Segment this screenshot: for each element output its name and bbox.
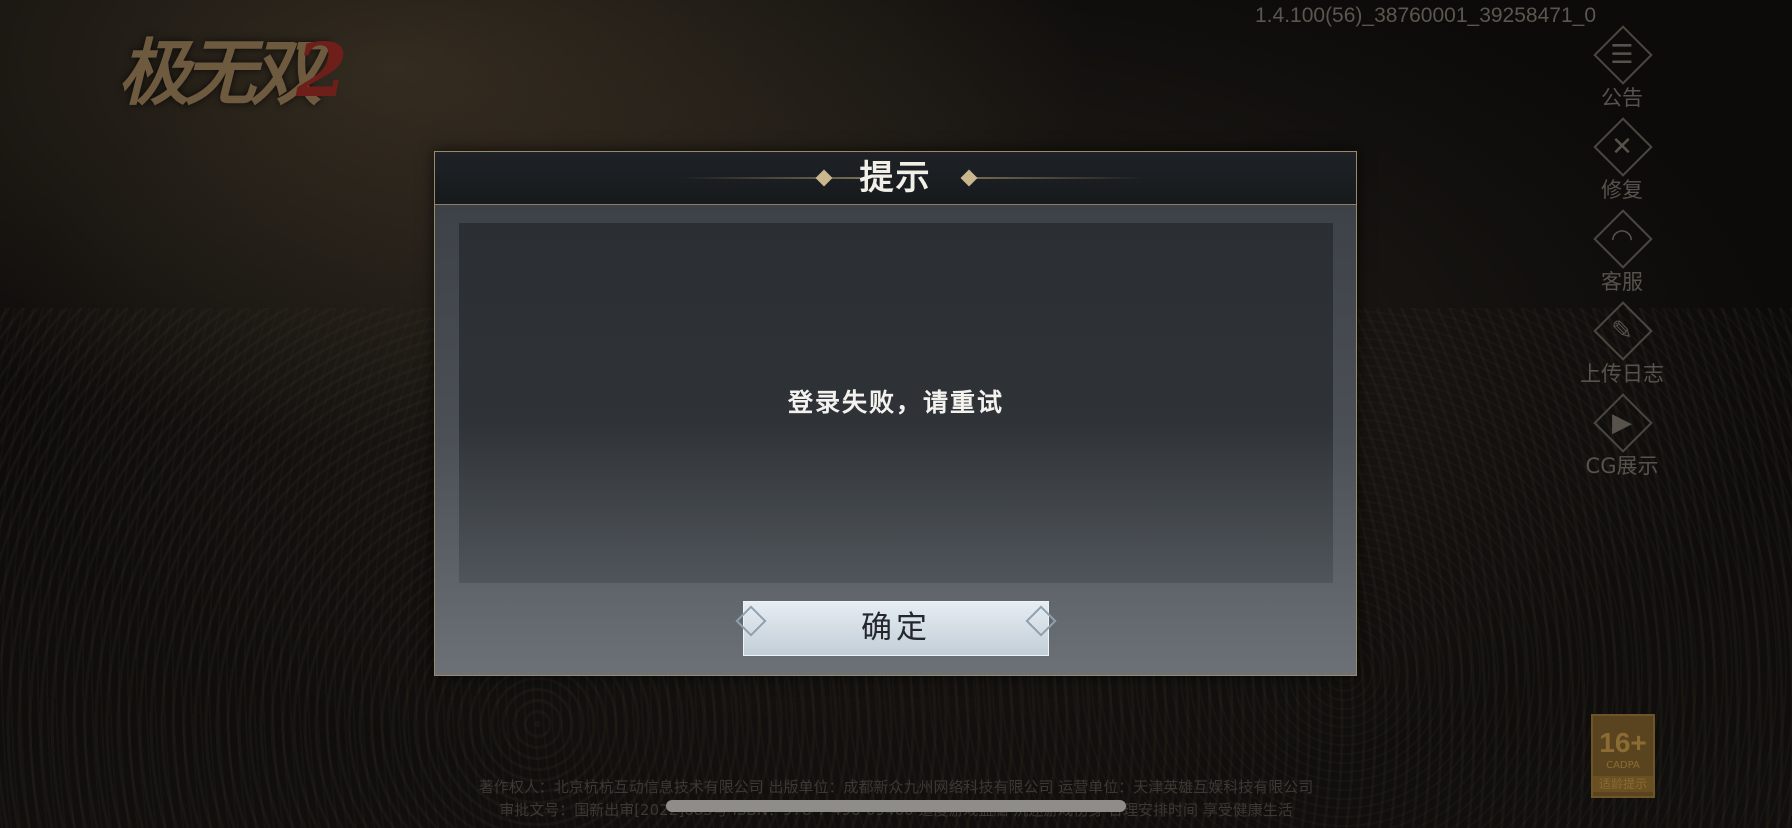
side-item-label: 修复 xyxy=(1601,178,1643,202)
notice-icon: ☰ xyxy=(1610,40,1634,70)
confirm-button[interactable]: 确定 xyxy=(735,601,1057,656)
side-item-upload-log[interactable]: ✎ 上传日志 xyxy=(1570,301,1674,398)
age-rating-value: 16+ xyxy=(1599,727,1647,758)
upload-log-icon: ✎ xyxy=(1611,316,1633,346)
home-indicator[interactable] xyxy=(666,800,1126,812)
dialog-header: 提示 xyxy=(435,152,1356,205)
dialog-message: 登录失败，请重试 xyxy=(787,388,1004,417)
version-label: 1.4.100(56)_38760001_39258471_0 xyxy=(1255,4,1596,27)
side-menu: ☰ 公告 ✕ 修复 ◠ 客服 ✎ 上传日志 ▶ CG展示 xyxy=(1570,25,1674,490)
age-rating-org: CADPA xyxy=(1606,760,1640,771)
side-item-label: 客服 xyxy=(1601,270,1643,294)
side-item-repair[interactable]: ✕ 修复 xyxy=(1570,117,1674,214)
video-icon: ▶ xyxy=(1612,408,1632,438)
headset-icon: ◠ xyxy=(1610,224,1634,254)
logo-text: 极无双 xyxy=(118,30,322,115)
side-item-support[interactable]: ◠ 客服 xyxy=(1570,209,1674,306)
alert-dialog: 提示 登录失败，请重试 确定 xyxy=(434,151,1357,676)
logo-number: 2 xyxy=(296,28,348,114)
message-panel: 登录失败，请重试 xyxy=(459,223,1333,583)
side-item-label: 公告 xyxy=(1601,86,1643,110)
side-item-cg[interactable]: ▶ CG展示 xyxy=(1570,393,1674,490)
repair-icon: ✕ xyxy=(1611,132,1633,162)
side-item-label: 上传日志 xyxy=(1580,362,1664,386)
side-item-label: CG展示 xyxy=(1585,454,1659,478)
side-item-notice[interactable]: ☰ 公告 xyxy=(1570,25,1674,122)
confirm-button-label: 确定 xyxy=(861,610,931,646)
dialog-title: 提示 xyxy=(859,158,932,198)
footer-copyright-line: 著作权人：北京杭杭互动信息技术有限公司 出版单位：成都新众九州网络科技有限公司 … xyxy=(478,778,1314,796)
game-login-screen: 极无双 2 1.4.100(56)_38760001_39258471_0 ☰ … xyxy=(0,0,1792,828)
game-logo: 极无双 2 xyxy=(118,18,368,128)
